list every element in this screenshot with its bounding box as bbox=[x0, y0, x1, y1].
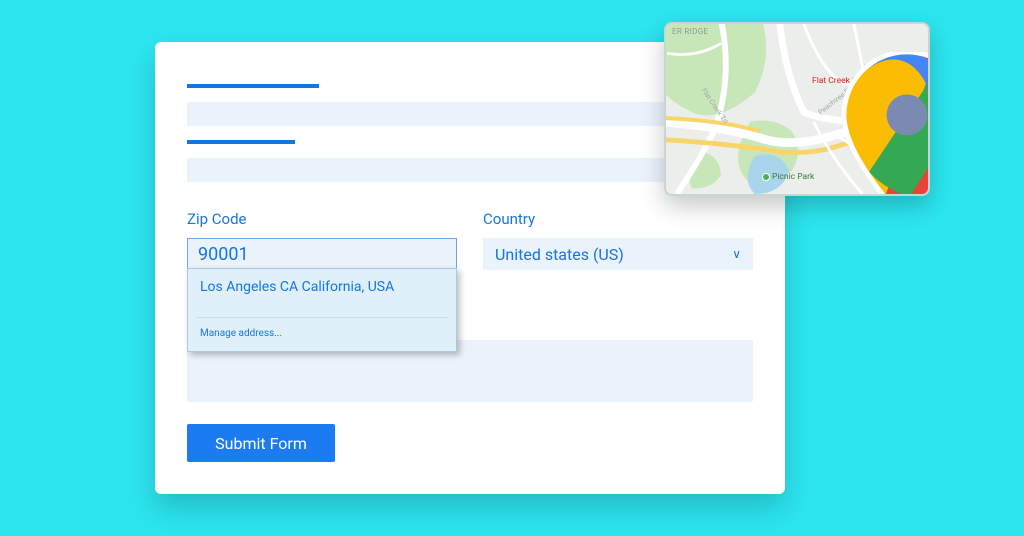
zipcode-input[interactable] bbox=[187, 238, 457, 270]
map-pin-icon bbox=[776, 52, 930, 196]
zipcode-column: Zip Code bbox=[187, 210, 457, 270]
map-area-er-ridge: ER RIDGE bbox=[672, 28, 708, 37]
submit-button[interactable]: Submit Form bbox=[187, 424, 335, 462]
zipcode-label: Zip Code bbox=[187, 210, 457, 228]
autocomplete-dropdown: Los Angeles CA California, USA Manage ad… bbox=[187, 268, 457, 352]
country-value: United states (US) bbox=[495, 245, 624, 264]
chevron-down-icon: ∨ bbox=[732, 247, 741, 261]
manage-address-link[interactable]: Manage address... bbox=[188, 318, 456, 351]
country-select[interactable]: United states (US) ∨ bbox=[483, 238, 753, 270]
autocomplete-suggestion[interactable]: Los Angeles CA California, USA bbox=[188, 269, 456, 317]
country-label: Country bbox=[483, 210, 753, 228]
country-column: Country United states (US) ∨ bbox=[483, 210, 753, 270]
map-widget[interactable]: ER RIDGE WHITFIELDFARMS WINDGAFORES Flat… bbox=[664, 22, 930, 196]
skeleton-label-1 bbox=[187, 84, 319, 88]
skeleton-label-2 bbox=[187, 140, 295, 144]
